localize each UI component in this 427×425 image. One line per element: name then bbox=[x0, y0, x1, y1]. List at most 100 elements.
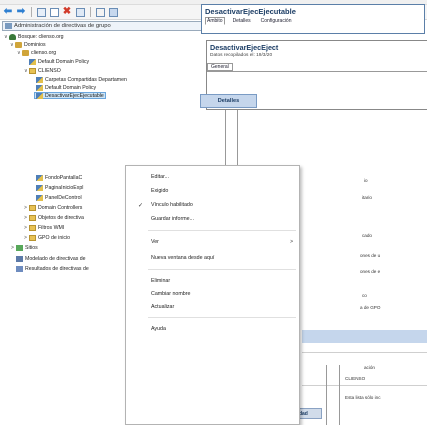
clipped-text: CLIENSO bbox=[345, 376, 366, 381]
menu-item-label: Nueva ventana desde aquí bbox=[151, 255, 215, 261]
tree-node-default-policy[interactable]: Default Domain Policy bbox=[29, 58, 89, 65]
tree-node-label: clienso.org bbox=[31, 49, 57, 56]
highlight-bar bbox=[302, 330, 427, 343]
tree-node-label: PaginaInicioExpl bbox=[45, 184, 84, 191]
gpo-link-icon bbox=[29, 58, 36, 65]
tree-node-wmi-filters[interactable]: > Filtros WMI bbox=[24, 224, 64, 231]
tab-general[interactable]: General bbox=[207, 63, 233, 71]
tree-node-label: DesactivarEjecEjecutable bbox=[45, 92, 104, 99]
tree-node-label: Resultados de directivas de bbox=[25, 265, 89, 272]
tree-node-fondo[interactable]: FondoPantallaC bbox=[36, 174, 82, 181]
menu-item-help[interactable]: Ayuda bbox=[126, 323, 299, 335]
folder-icon bbox=[29, 224, 36, 231]
menu-item-refresh[interactable]: Actualizar bbox=[126, 301, 299, 313]
tree-node-results[interactable]: Resultados de directivas de bbox=[16, 265, 89, 272]
report-divider bbox=[207, 71, 427, 72]
report-title: DesactivarEjecEject bbox=[210, 43, 279, 52]
tree-node-domain-controllers[interactable]: > Domain Controllers bbox=[24, 204, 82, 211]
gpo-title: DesactivarEjecEjecutable bbox=[205, 7, 296, 16]
back-icon[interactable]: ⬅ bbox=[2, 6, 14, 18]
show-hide-icon[interactable] bbox=[107, 6, 119, 18]
modeling-icon bbox=[16, 255, 23, 262]
clipped-text: ación bbox=[364, 365, 375, 370]
menu-item-label: Cambiar nombre bbox=[151, 291, 191, 297]
tree-node-domain[interactable]: ∨ clienso.org bbox=[17, 49, 56, 56]
tree-node-sites[interactable]: > Sitios bbox=[11, 244, 38, 251]
frame-line bbox=[237, 110, 238, 166]
menu-item-label: Eliminar bbox=[151, 278, 171, 284]
gpo-link-icon bbox=[36, 194, 43, 201]
forward-icon[interactable]: ➡ bbox=[15, 6, 27, 18]
gpo-header-panel: DesactivarEjecEjecutable Ámbito Detalles… bbox=[201, 4, 425, 34]
clipped-text: io bbox=[364, 178, 368, 183]
tree-node-label: Carpetas Compartidas Departamen bbox=[45, 76, 127, 83]
help-icon[interactable] bbox=[94, 6, 106, 18]
menu-item-enforced[interactable]: Exigido bbox=[126, 185, 299, 197]
submenu-arrow-icon: > bbox=[290, 239, 293, 245]
tree-node-label: Filtros WMI bbox=[38, 224, 65, 231]
details-button[interactable]: Detalles bbox=[200, 94, 257, 108]
menu-separator bbox=[148, 269, 296, 270]
ou-icon bbox=[29, 204, 36, 211]
tree-node-starter-gpos[interactable]: > GPO de inicio bbox=[24, 234, 70, 241]
menu-separator bbox=[148, 230, 296, 231]
tree-node-selected[interactable]: DesactivarEjecEjecutable bbox=[34, 92, 106, 99]
tree-node-label: Domain Controllers bbox=[38, 204, 83, 211]
tree-node-modeling[interactable]: Modelado de directivas de bbox=[16, 255, 86, 262]
tree-node-shared-folders[interactable]: Carpetas Compartidas Departamen bbox=[36, 76, 127, 83]
menu-item-rename[interactable]: Cambiar nombre bbox=[126, 288, 299, 300]
menu-item-label: Ayuda bbox=[151, 326, 166, 332]
tree-node-pagina[interactable]: PaginaInicioExpl bbox=[36, 184, 83, 191]
gpo-link-icon bbox=[36, 92, 43, 99]
forest-icon bbox=[9, 33, 16, 40]
menu-item-edit[interactable]: Editar... bbox=[126, 171, 299, 183]
clipped-text: a de GPO bbox=[360, 305, 381, 310]
tree-node-label: Sitios bbox=[25, 244, 38, 251]
toolbar-separator bbox=[31, 7, 32, 17]
menu-item-save-report[interactable]: Guardar informe... bbox=[126, 213, 299, 225]
frame-line bbox=[225, 110, 226, 166]
properties-icon[interactable] bbox=[48, 6, 60, 18]
menu-item-link-enabled[interactable]: ✓ Vínculo habilitado bbox=[126, 199, 299, 211]
domains-icon bbox=[15, 41, 22, 48]
menu-item-label: Vínculo habilitado bbox=[151, 202, 193, 208]
tree-node-ou-clienso[interactable]: ∨ CLIENSO bbox=[24, 67, 61, 74]
clipped-text: ones de e bbox=[360, 269, 381, 274]
tree-node-label: Bosque: clienso.org bbox=[18, 33, 64, 40]
tree-node-forest[interactable]: ∨ Bosque: clienso.org bbox=[4, 33, 64, 40]
tree-node-domains[interactable]: ∨ Dominios bbox=[10, 41, 46, 48]
tree-node-label: Default Domain Policy bbox=[45, 84, 97, 91]
divider bbox=[302, 352, 427, 353]
divider bbox=[302, 385, 427, 386]
tree-node-label: Objetos de directiva bbox=[38, 214, 84, 221]
tree-node-panel[interactable]: PanelDeControl bbox=[36, 194, 82, 201]
tree-root[interactable]: Administración de directivas de grupo bbox=[2, 21, 202, 31]
gpo-link-icon bbox=[36, 84, 43, 91]
clipped-text: ones de u bbox=[360, 253, 381, 258]
menu-item-view[interactable]: Ver > bbox=[126, 236, 299, 248]
gpo-link-icon bbox=[36, 174, 43, 181]
clipped-text: Esta lista sólo inc bbox=[345, 395, 381, 400]
tree-node-label: GPO de inicio bbox=[38, 234, 71, 241]
menu-item-delete[interactable]: Eliminar bbox=[126, 275, 299, 287]
tree-node-gpo-objects[interactable]: > Objetos de directiva bbox=[24, 214, 84, 221]
sites-icon bbox=[16, 244, 23, 251]
tab-scope[interactable]: Ámbito bbox=[205, 17, 225, 25]
console-tree-icon[interactable] bbox=[35, 6, 47, 18]
refresh-icon[interactable] bbox=[74, 6, 86, 18]
toolbar-separator-2 bbox=[90, 7, 91, 17]
delete-icon[interactable]: ✖ bbox=[61, 6, 73, 18]
tab-details[interactable]: Detalles bbox=[231, 17, 253, 25]
gpo-tabs: Ámbito Detalles Configuración bbox=[202, 17, 424, 25]
clipped-text: cado bbox=[362, 233, 372, 238]
tab-settings[interactable]: Configuración bbox=[259, 17, 294, 25]
checkmark-icon: ✓ bbox=[138, 202, 144, 209]
tree-node-default-policy-2[interactable]: Default Domain Policy bbox=[36, 84, 96, 91]
context-menu: Editar... Exigido ✓ Vínculo habilitado G… bbox=[125, 165, 300, 425]
tree-node-label: FondoPantallaC bbox=[45, 174, 83, 181]
menu-item-new-window[interactable]: Nueva ventana desde aquí bbox=[126, 252, 299, 264]
gpmc-icon bbox=[5, 23, 12, 29]
gpo-link-icon bbox=[36, 184, 43, 191]
menu-item-label: Actualizar bbox=[151, 304, 175, 310]
report-date: Datos recopilados el: 19/3/20 bbox=[210, 53, 273, 58]
